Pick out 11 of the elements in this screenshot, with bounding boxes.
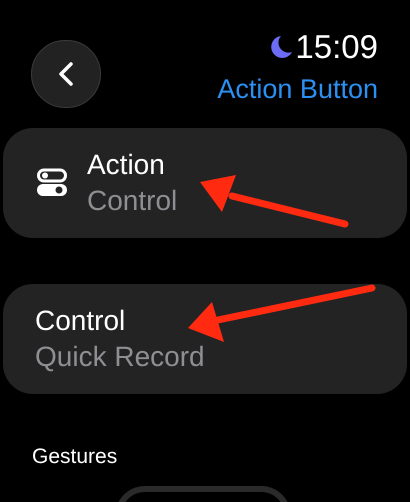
setting-row[interactable]: Control Quick Record [3,284,407,394]
toggles-icon [37,168,67,198]
setting-row[interactable]: Action Control [3,128,407,238]
row-value: Quick Record [35,340,205,374]
chevron-left-icon [58,61,74,87]
row-title: Control [35,304,126,338]
row-title: Action [87,148,166,182]
section-header: Gestures [32,444,118,470]
row-value: Control [87,184,178,218]
screen-title: Action Button [217,73,378,106]
time-text: 15:09 [295,28,378,66]
